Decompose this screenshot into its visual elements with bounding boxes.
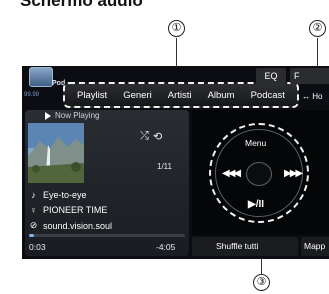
tab-podcast[interactable]: Podcast [251, 90, 285, 101]
album-art [28, 123, 84, 183]
tab-playlist[interactable]: Playlist [77, 90, 107, 101]
callout-2: ② [309, 20, 326, 37]
elapsed-time: 0:03 [29, 242, 46, 252]
track-number: 1/11 [157, 162, 172, 171]
page-title: Schermo audio [20, 0, 143, 10]
head-unit-screen: Pod 99.99 Playlist Generi Artisti Album … [22, 66, 329, 259]
progress-fill [29, 234, 34, 237]
shuffle-all-button[interactable]: Shuffle tutti [192, 237, 298, 256]
tab-artists[interactable]: Artisti [168, 90, 192, 101]
tab-album[interactable]: Album [208, 90, 235, 101]
now-playing-label: Now Playing [55, 111, 100, 120]
artist-icon: ♀ [30, 205, 37, 215]
ho-label[interactable]: ↔ Ho [302, 92, 322, 101]
play-indicator-icon [45, 112, 51, 120]
song-title: Eye-to-eye [43, 190, 87, 200]
f-button[interactable]: F [290, 68, 329, 84]
category-tabs: Playlist Generi Artisti Album Podcast [63, 82, 299, 108]
control-panel: Menu ◀◀◀ ▶▶▶ ▶/II [192, 110, 329, 235]
play-pause-icon[interactable]: ▶/II [248, 199, 264, 210]
app-sub: 99.99 [24, 92, 40, 98]
song-row: ♪ Eye-to-eye [29, 190, 87, 200]
progress-bar[interactable] [29, 234, 185, 237]
previous-track-icon[interactable]: ◀◀◀ [222, 168, 241, 179]
artist-name: PIONEER TIME [43, 205, 108, 215]
artist-row: ♀ PIONEER TIME [29, 205, 107, 215]
album-row: ⊘ sound.vision.soul [29, 220, 112, 231]
eq-button[interactable]: EQ [256, 68, 286, 84]
callout-1: ① [168, 20, 185, 37]
now-playing-panel: Now Playing ⤮ ⟲ 1/11 ♪ Eye-to-eye ♀ PION… [25, 110, 189, 256]
callout-3: ③ [253, 274, 270, 291]
shuffle-icon[interactable]: ⤮ [140, 130, 149, 143]
menu-button[interactable]: Menu [245, 138, 266, 148]
album-name: sound.vision.soul [43, 220, 113, 231]
album-icon: ⊘ [29, 220, 38, 230]
next-track-icon[interactable]: ▶▶▶ [284, 168, 303, 179]
tab-genres[interactable]: Generi [123, 90, 152, 101]
center-button[interactable] [246, 162, 272, 186]
remaining-time: -4:05 [156, 242, 176, 252]
music-note-icon: ♪ [31, 190, 36, 200]
map-button[interactable]: Mapp [301, 237, 329, 256]
ipod-app-icon[interactable] [29, 67, 53, 87]
repeat-icon[interactable]: ⟲ [153, 130, 162, 143]
